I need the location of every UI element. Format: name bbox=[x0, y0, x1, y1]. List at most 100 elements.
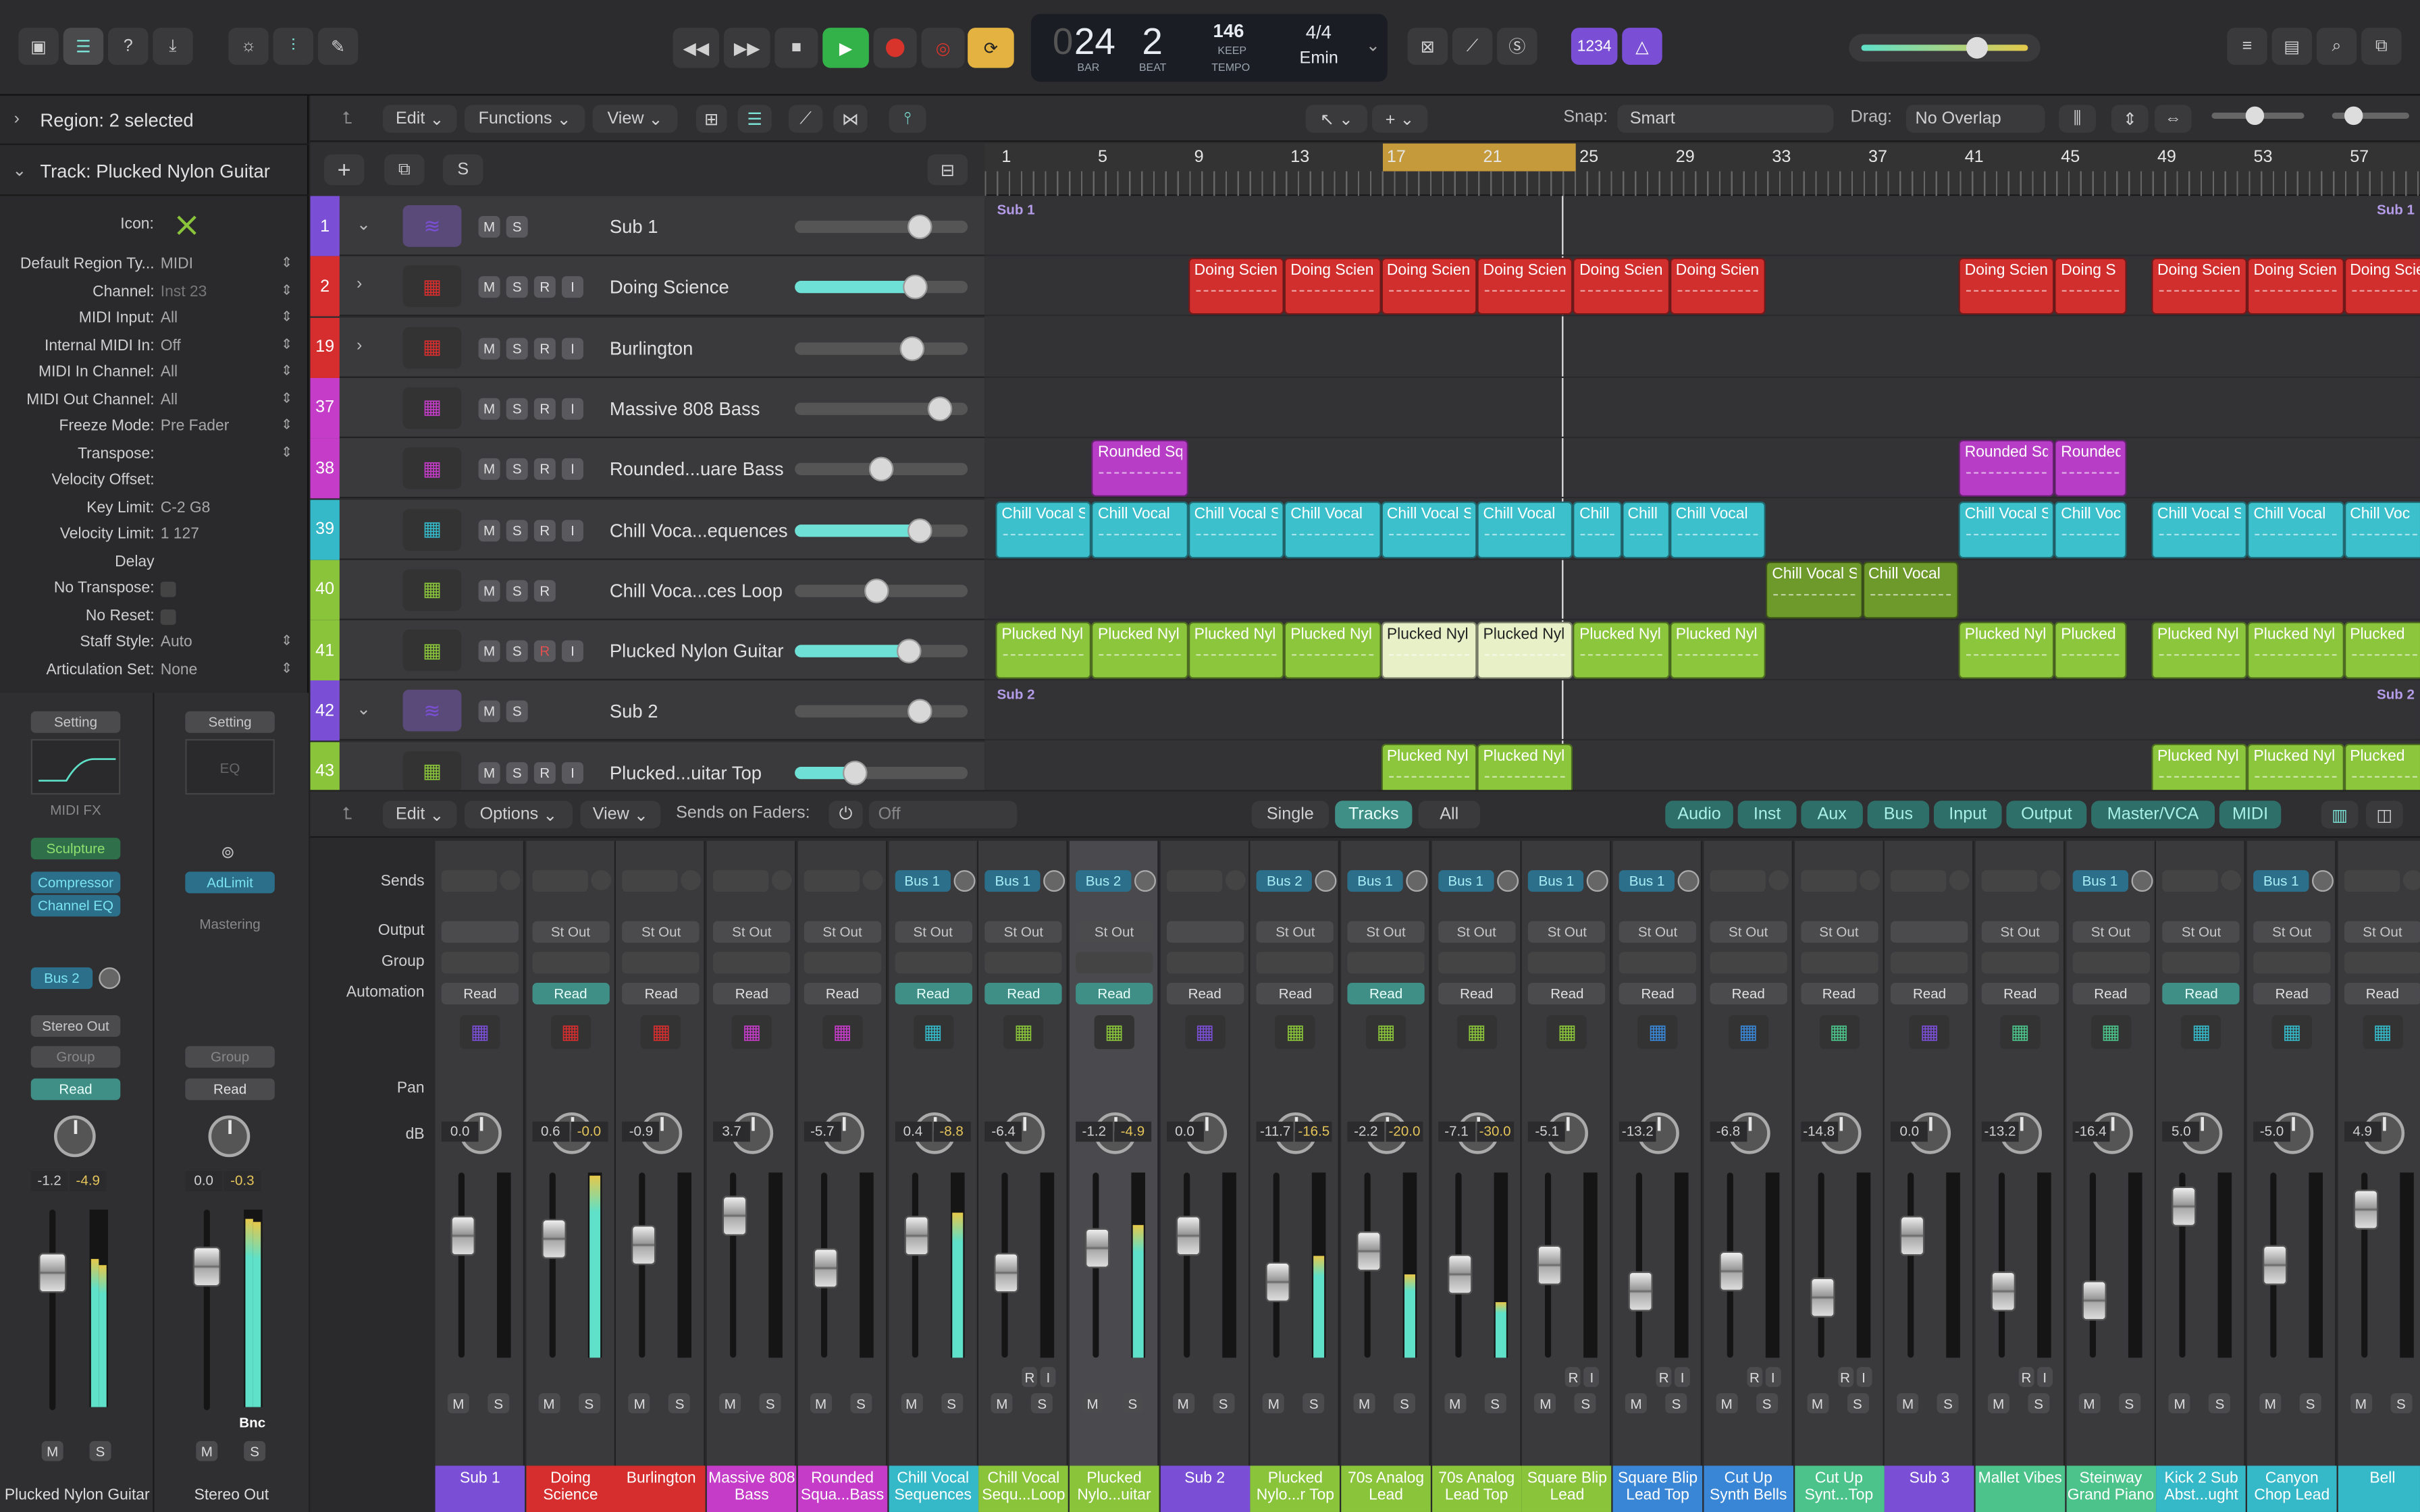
mute-button[interactable]: M bbox=[1263, 1393, 1285, 1413]
waveform-zoom-icon[interactable]: ⫼ bbox=[2059, 105, 2096, 133]
automation-mode[interactable]: Read bbox=[1710, 982, 1787, 1004]
track-lane[interactable] bbox=[984, 439, 2420, 499]
region[interactable]: Doing Scien bbox=[1284, 258, 1381, 315]
output-slot[interactable]: St Out bbox=[2072, 921, 2150, 943]
region[interactable]: Doing Scien bbox=[1958, 258, 2055, 315]
output-slot[interactable] bbox=[1891, 921, 1968, 943]
editors-icon[interactable]: ✎ bbox=[317, 28, 359, 65]
stepper-icon[interactable]: ⇕ bbox=[281, 281, 292, 298]
track-header[interactable]: 41 ▦ M S R I Plucked Nylon Guitar bbox=[310, 620, 985, 681]
fader-cap[interactable] bbox=[2352, 1189, 2378, 1231]
mute-button[interactable]: M bbox=[900, 1393, 922, 1413]
track-m-button[interactable]: M bbox=[478, 579, 500, 601]
output-slot[interactable] bbox=[1166, 921, 1244, 943]
track-volume-slider[interactable] bbox=[795, 335, 968, 360]
channel-strip[interactable]: Bus 1 St Out Read ▦ -5.0 M S Canyon Chop Lead bbox=[2246, 840, 2337, 1512]
output-slot[interactable]: St Out bbox=[1619, 921, 1697, 943]
cycle-icon[interactable]: ⟳ bbox=[968, 28, 1014, 68]
region[interactable]: Doing Scien bbox=[2344, 258, 2420, 315]
channel-strip[interactable]: St Out Read ▦ 5.0 M S Kick 2 Sub Abst...ught bbox=[2156, 840, 2246, 1512]
track-lane[interactable] bbox=[984, 681, 2420, 742]
global-solo-button[interactable]: S bbox=[442, 154, 483, 186]
send-knob[interactable] bbox=[1406, 870, 1428, 892]
functions-menu[interactable]: Functions ⌄ bbox=[464, 105, 585, 133]
region[interactable]: Chill Vocal S bbox=[1958, 500, 2055, 558]
inspector-icon[interactable]: ☰ bbox=[63, 28, 104, 65]
region[interactable]: Plucked Nyl bbox=[1477, 622, 1574, 679]
send-knob[interactable] bbox=[1134, 870, 1156, 892]
track-i-button[interactable]: I bbox=[561, 519, 583, 541]
output-slot[interactable]: St Out bbox=[1075, 921, 1153, 943]
region[interactable]: Doing Scien bbox=[1380, 258, 1477, 315]
region[interactable]: Doing Scien bbox=[2151, 258, 2248, 315]
stop-icon[interactable]: ■ bbox=[774, 28, 818, 68]
region[interactable]: Plucked Nyl bbox=[2151, 742, 2248, 790]
track-r-button[interactable]: R bbox=[533, 519, 556, 541]
group-slot[interactable] bbox=[984, 952, 1062, 974]
track-volume-slider[interactable] bbox=[795, 214, 968, 240]
fader-cap[interactable] bbox=[994, 1252, 1019, 1293]
track-i-button[interactable]: I bbox=[561, 276, 583, 298]
track-header[interactable]: 1 ⌄ ≋ M S Sub 1 bbox=[310, 196, 985, 256]
send-knob[interactable] bbox=[1677, 870, 1700, 892]
solo-button[interactable]: S bbox=[1303, 1393, 1325, 1413]
automation-mode[interactable]: Read bbox=[441, 982, 519, 1004]
send-knob[interactable] bbox=[2130, 870, 2153, 892]
record-enable-button[interactable]: R bbox=[1565, 1367, 1581, 1387]
channel-strip[interactable]: Bus 2 St Out Read ▦ -1.2 -4.9 M S Plucked Nylo..… bbox=[1069, 840, 1159, 1512]
region[interactable]: Chill Vocal bbox=[1862, 561, 1959, 619]
volume-knob[interactable] bbox=[896, 639, 922, 664]
automation-mode[interactable]: Read bbox=[1891, 982, 1968, 1004]
mute-button[interactable]: M bbox=[1987, 1393, 2009, 1413]
track-m-button[interactable]: M bbox=[478, 458, 500, 481]
browsers-icon[interactable]: ⧉ bbox=[2361, 28, 2402, 65]
mute-button[interactable]: M bbox=[1716, 1393, 1738, 1413]
automation-mode[interactable]: Read bbox=[984, 982, 1062, 1004]
send-slot[interactable] bbox=[1981, 870, 2037, 892]
automation-mode[interactable]: Read bbox=[623, 982, 700, 1004]
count-in-button[interactable]: 1234 bbox=[1571, 28, 1618, 65]
checkbox[interactable] bbox=[160, 608, 176, 624]
input-monitor-button[interactable]: I bbox=[1675, 1367, 1691, 1387]
fast-forward-icon[interactable]: ▶▶ bbox=[723, 28, 770, 68]
play-icon[interactable]: ▶ bbox=[822, 28, 869, 68]
output-slot[interactable]: St Out bbox=[531, 921, 610, 943]
region[interactable]: Plucked Nyl bbox=[1573, 622, 1670, 679]
output-slot[interactable]: St Out bbox=[1257, 921, 1334, 943]
vertical-zoom-slider[interactable] bbox=[2211, 106, 2305, 126]
guitar-icon[interactable]: ⨯ bbox=[165, 204, 209, 247]
mixer-icon[interactable]: ⫶ bbox=[273, 28, 313, 65]
channel-eq-plugin[interactable]: Channel EQ bbox=[30, 894, 121, 917]
up-arrow-icon[interactable]: ⮤ bbox=[332, 105, 363, 132]
list-editors-icon[interactable]: ≡ bbox=[2227, 28, 2267, 65]
mute-button[interactable]: M bbox=[537, 1393, 560, 1413]
output-slot[interactable]: St Out bbox=[1528, 921, 1606, 943]
volume-fader[interactable] bbox=[541, 1172, 567, 1358]
region[interactable]: Doing S bbox=[2055, 258, 2128, 315]
mute-button[interactable]: M bbox=[1082, 1393, 1104, 1413]
mute-button[interactable]: M bbox=[2078, 1393, 2100, 1413]
send-knob[interactable] bbox=[500, 870, 521, 890]
region[interactable]: Chill Vocal S bbox=[1766, 561, 1862, 619]
track-s-button[interactable]: S bbox=[506, 458, 528, 481]
group-slot[interactable] bbox=[1619, 952, 1697, 974]
mute-button[interactable]: M bbox=[810, 1393, 832, 1413]
send-slot[interactable]: Bus 1 bbox=[1347, 870, 1403, 892]
channel-strip[interactable]: Bus 1 St Out Read ▦ -5.1 R I M S Square Blip Lead bbox=[1522, 840, 1612, 1512]
region[interactable]: Chill Vocal S bbox=[995, 500, 1092, 558]
up-arrow-icon[interactable]: ⮤ bbox=[332, 801, 363, 828]
solo-mode-icon[interactable]: Ⓢ bbox=[1497, 28, 1537, 65]
output-stereo-out[interactable]: Stereo Out bbox=[30, 1015, 121, 1037]
smart-controls-icon[interactable]: ☼ bbox=[228, 28, 269, 65]
mute-button[interactable]: M bbox=[1444, 1393, 1466, 1413]
automation-mode[interactable]: Read bbox=[713, 982, 791, 1004]
inspector-row[interactable]: Transpose: ⇕ bbox=[0, 442, 309, 468]
stepper-icon[interactable]: ⇕ bbox=[281, 254, 292, 271]
track-m-button[interactable]: M bbox=[478, 519, 500, 541]
automation-mode[interactable]: Read bbox=[2162, 982, 2240, 1004]
midi-fx-label[interactable]: MIDI FX bbox=[31, 803, 121, 818]
group-slot[interactable]: Group bbox=[30, 1046, 121, 1068]
track-header[interactable]: 38 ▦ M S R I Rounded...uare Bass bbox=[310, 438, 985, 499]
track-s-button[interactable]: S bbox=[506, 579, 528, 601]
solo-button[interactable]: S bbox=[1665, 1393, 1687, 1413]
